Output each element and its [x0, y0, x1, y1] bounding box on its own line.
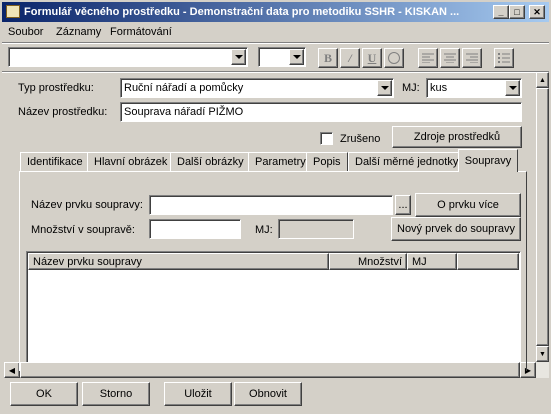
save-button[interactable]: Uložit — [164, 382, 232, 406]
name-input[interactable]: Souprava nářadí PIŽMO — [120, 102, 522, 122]
vertical-scroll-thumb[interactable] — [536, 88, 549, 346]
tab-dalsi-merne-jednotky[interactable]: Další měrné jednotky — [348, 152, 466, 171]
tab-panel — [19, 171, 527, 371]
align-left-icon[interactable] — [418, 48, 438, 68]
tab-soupravy[interactable]: Soupravy — [458, 149, 518, 172]
tab-identifikace[interactable]: Identifikace — [20, 152, 90, 171]
unit-label: MJ: — [402, 82, 420, 94]
menu-formatovani[interactable]: Formátování — [110, 26, 172, 38]
unit-value: kus — [430, 82, 448, 94]
bold-icon[interactable]: B — [318, 48, 338, 68]
minimize-button[interactable]: _ — [493, 5, 509, 19]
type-combo[interactable]: Ruční nářadí a pomůcky — [120, 78, 394, 98]
tab-parametry[interactable]: Parametry — [248, 152, 313, 171]
close-button[interactable]: ✕ — [529, 5, 545, 19]
unit-combo[interactable]: kus — [426, 78, 522, 98]
bullet-list-icon[interactable] — [494, 48, 514, 68]
chevron-down-icon[interactable] — [289, 49, 304, 65]
menu-soubor[interactable]: Soubor — [8, 26, 43, 38]
cancelled-label: Zrušeno — [340, 133, 381, 145]
color-palette-icon[interactable] — [384, 48, 404, 68]
cancel-button[interactable]: Storno — [82, 382, 150, 406]
name-label: Název prostředku: — [18, 106, 108, 118]
type-label: Typ prostředku: — [18, 82, 94, 94]
name-value: Souprava nářadí PIŽMO — [124, 106, 244, 118]
align-right-icon[interactable] — [462, 48, 482, 68]
maximize-button[interactable]: □ — [509, 5, 525, 19]
ok-button[interactable]: OK — [10, 382, 78, 406]
italic-icon[interactable]: / — [340, 48, 360, 68]
scroll-left-icon[interactable]: ◀ — [4, 362, 20, 378]
app-icon — [6, 5, 20, 18]
chevron-down-icon[interactable] — [377, 80, 392, 96]
tab-dalsi-obrazky[interactable]: Další obrázky — [170, 152, 251, 171]
chevron-down-icon[interactable] — [505, 80, 520, 96]
sources-button[interactable]: Zdroje prostředků — [392, 126, 522, 148]
scroll-down-icon[interactable]: ▼ — [536, 346, 549, 362]
refresh-button[interactable]: Obnovit — [234, 382, 302, 406]
tab-popis[interactable]: Popis — [306, 152, 348, 171]
cancelled-checkbox[interactable] — [320, 132, 333, 145]
font-size-combo[interactable] — [258, 47, 306, 67]
align-center-icon[interactable] — [440, 48, 460, 68]
menu-zaznamy[interactable]: Záznamy — [56, 26, 101, 38]
window-title: Formulář věcného prostředku - Demonstrač… — [24, 6, 460, 18]
tab-hlavni-obrazek[interactable]: Hlavní obrázek — [87, 152, 175, 171]
title-bar: Formulář věcného prostředku - Demonstrač… — [2, 2, 549, 22]
toolbar-bottom-separator — [2, 71, 549, 73]
chevron-down-icon[interactable] — [231, 49, 246, 65]
scroll-up-icon[interactable]: ▲ — [536, 72, 549, 88]
toolbar-separator — [2, 42, 549, 44]
type-value: Ruční nářadí a pomůcky — [124, 82, 244, 94]
font-combo[interactable] — [8, 47, 248, 67]
underline-icon[interactable]: U — [362, 48, 382, 68]
